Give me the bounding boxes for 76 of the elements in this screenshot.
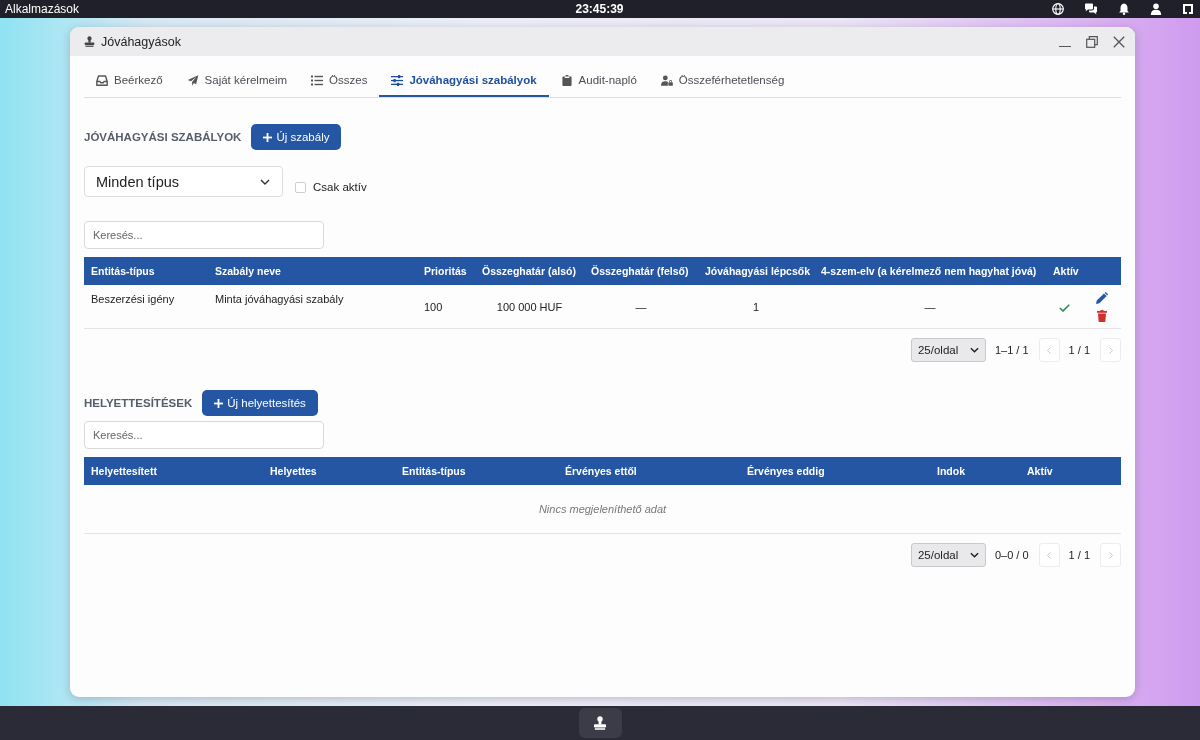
column-header: Helyettes	[269, 465, 318, 477]
table-cell-text: 100	[423, 300, 444, 313]
column-header: Aktív	[1052, 265, 1080, 277]
clock: 23:45:39	[575, 2, 624, 16]
user-icon[interactable]	[1150, 3, 1162, 15]
table-cell-text: —	[923, 300, 937, 313]
tab[interactable]: Beérkező	[84, 65, 175, 97]
table-cell-text: Minta jóváhagyási szabály	[214, 292, 345, 305]
bell-icon[interactable]	[1118, 3, 1130, 15]
sliders-icon	[391, 74, 404, 86]
column-header: Érvényes ettől	[564, 465, 638, 477]
restore-button[interactable]	[1085, 35, 1098, 48]
tab[interactable]: Saját kérelmeim	[174, 65, 300, 97]
column-header: Aktív	[1026, 465, 1054, 477]
table-cell-text: 100 000 HUF	[495, 300, 564, 313]
tab[interactable]: Összeférhetetlenség	[648, 65, 797, 97]
new-substitution-button[interactable]: Új helyettesítés	[202, 390, 318, 416]
column-header: 4-szem-elv (a kérelmező nem hagyhat jóvá)	[820, 265, 1038, 277]
section-heading: HELYETTESÍTÉSEK	[84, 397, 193, 409]
plus-icon	[263, 132, 273, 142]
tab[interactable]: Jóváhagyási szabályok	[379, 65, 549, 97]
stamp-icon	[84, 36, 95, 47]
column-header: Összeghatár (felső)	[590, 265, 690, 277]
chat-icon[interactable]	[1084, 3, 1098, 15]
taskbar-app-button[interactable]	[578, 708, 622, 738]
type-select[interactable]: Minden típus	[84, 166, 283, 197]
caret-icon	[969, 347, 979, 353]
column-header: Érvényes eddig	[746, 465, 826, 477]
chevron-right-icon	[1108, 551, 1113, 559]
pencil-icon[interactable]	[1096, 291, 1108, 304]
table-cell-text: Beszerzési igény	[90, 292, 176, 305]
plus-icon	[214, 398, 224, 408]
checkbox-label: Csak aktív	[313, 181, 367, 193]
applications-menu[interactable]: Alkalmazások	[5, 2, 80, 16]
user-lock-icon	[660, 74, 673, 86]
inbox-icon	[96, 74, 108, 86]
column-header: Entitás-típus	[90, 265, 156, 277]
caret-icon	[969, 552, 979, 558]
checkbox[interactable]	[295, 181, 306, 193]
table-cell-text: —	[634, 300, 648, 313]
table-cell-text: 1	[751, 300, 761, 313]
column-header: Jóváhagyási lépcsők	[704, 265, 812, 277]
stamp-icon	[593, 716, 607, 730]
chevron-left-icon	[1047, 346, 1052, 354]
chevron-right-icon	[1108, 346, 1113, 354]
page-size-select[interactable]: 25/oldal	[910, 543, 986, 567]
search-field[interactable]: Keresés...	[84, 221, 324, 249]
page-indicator: 1 / 1	[1068, 549, 1090, 561]
window-title: Jóváhagyások	[101, 34, 181, 49]
chevron-left-icon	[1047, 551, 1052, 559]
column-header: Szabály neve	[214, 265, 282, 277]
column-header: Helyettesített	[90, 465, 158, 477]
column-header: Entitás-típus	[401, 465, 467, 477]
tab[interactable]: Audit-napló	[548, 65, 649, 97]
close-button[interactable]	[1112, 35, 1125, 48]
list-icon	[311, 74, 324, 86]
paper-plane-icon	[186, 74, 199, 86]
globe-icon[interactable]	[1052, 3, 1064, 15]
tab[interactable]: Összes	[299, 65, 380, 97]
close-icon	[1112, 35, 1125, 48]
minimize-icon	[1058, 45, 1071, 47]
trash-icon[interactable]	[1097, 309, 1107, 322]
new-rule-button[interactable]: Új szabály	[251, 124, 342, 150]
restore-icon	[1085, 35, 1098, 48]
page-range: 1–1 / 1	[994, 344, 1029, 356]
search-field[interactable]: Keresés...	[84, 421, 324, 449]
chevron-down-icon	[260, 178, 270, 185]
empty-message: Nincs megjeleníthető adat	[538, 503, 667, 515]
column-header: Prioritás	[423, 265, 468, 277]
clipboard-icon	[560, 74, 573, 86]
page-indicator: 1 / 1	[1068, 344, 1090, 356]
column-header: Összeghatár (alsó)	[481, 265, 577, 277]
page-range: 0–0 / 0	[994, 549, 1029, 561]
section-heading: JÓVÁHAGYÁSI SZABÁLYOK	[84, 131, 242, 143]
column-header: Indok	[936, 465, 966, 477]
page-size-select[interactable]: 25/oldal	[910, 338, 986, 362]
